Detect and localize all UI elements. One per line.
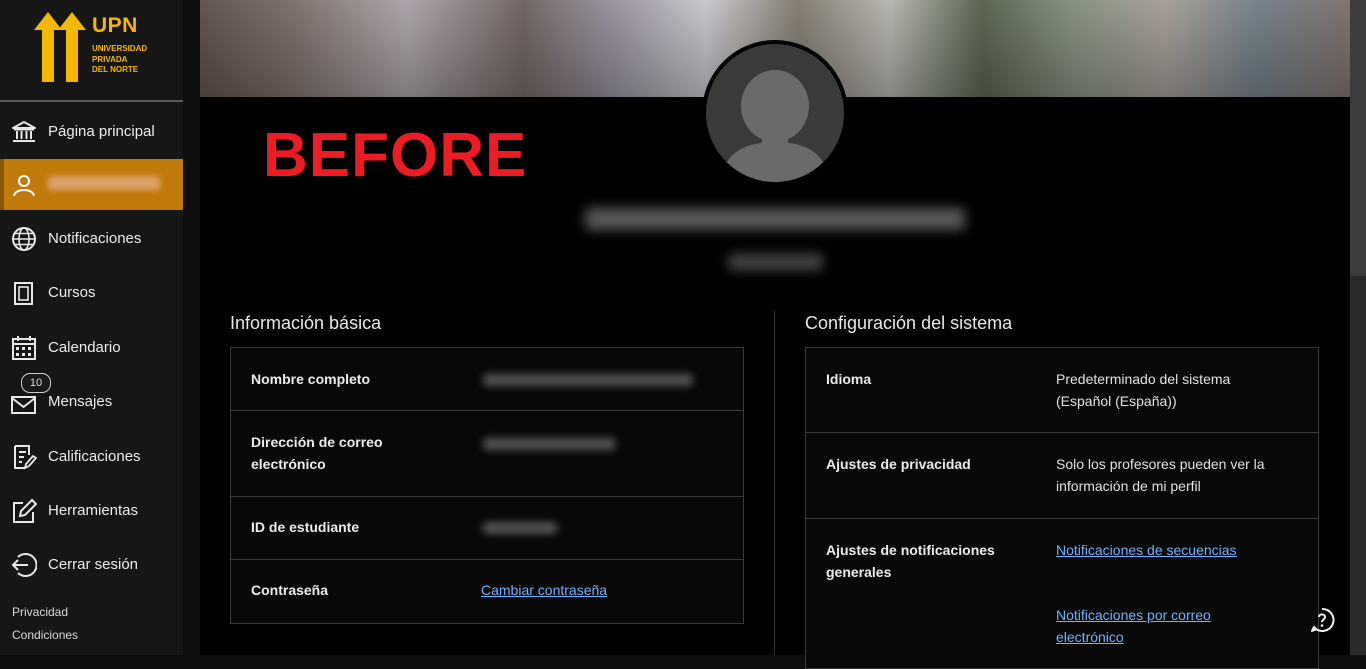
email-notifications-link[interactable]: Notificaciones por correo electrónico: [1056, 604, 1241, 648]
table-row: ID de estudiante: [231, 497, 743, 560]
institution-icon: [12, 121, 36, 142]
scrollbar[interactable]: [1350, 0, 1366, 655]
sidebar-item-label: Cursos: [48, 283, 96, 301]
table-row: Nombre completo: [231, 348, 743, 411]
courses-icon: [14, 282, 33, 305]
sidebar-item-label: Mensajes: [48, 392, 113, 410]
sidebar-item-tools[interactable]: Herramientas: [0, 485, 183, 535]
basic-info-title: Información básica: [230, 313, 382, 333]
full-name-label: Nombre completo: [251, 371, 371, 387]
privacy-settings-label: Ajustes de privacidad: [826, 456, 971, 472]
privacy-settings-value[interactable]: Solo los profesores pueden ver la inform…: [1056, 453, 1271, 497]
grades-icon: [14, 445, 37, 470]
stream-notifications-link[interactable]: Notificaciones de secuencias: [1056, 539, 1237, 561]
before-overlay-label: BEFORE: [263, 121, 528, 190]
student-id-value-blurred: [483, 522, 557, 534]
email-value-blurred: [483, 438, 615, 450]
sidebar-item-courses[interactable]: Cursos: [0, 267, 183, 317]
profile-name-blurred: [48, 176, 160, 190]
profile-main: BEFORE Información básica Configuración …: [200, 0, 1350, 669]
avatar[interactable]: [702, 40, 848, 186]
change-password-link[interactable]: Cambiar contraseña: [481, 579, 607, 601]
notification-settings-label: Ajustes de notificaciones generales: [826, 542, 995, 580]
table-row: Idioma Predeterminado del sistema (Españ…: [806, 348, 1318, 433]
upn-logo[interactable]: UPN UNIVERSIDAD PRIVADA DEL NORTE: [0, 0, 183, 102]
default-avatar-icon: [720, 70, 830, 182]
section-divider: [774, 311, 775, 655]
messages-count-badge: 10: [21, 373, 51, 393]
sidebar-item-label: Cerrar sesión: [48, 555, 139, 573]
language-value[interactable]: Predeterminado del sistema (Español (Esp…: [1056, 368, 1261, 412]
logout-icon: [11, 553, 37, 577]
privacy-link[interactable]: Privacidad: [12, 605, 68, 619]
password-label: Contraseña: [251, 582, 329, 598]
language-label: Idioma: [826, 371, 872, 387]
scrollbar-thumb[interactable]: [1350, 0, 1366, 276]
sidebar-item-label: Calificaciones: [48, 447, 141, 465]
sidebar-item-grades[interactable]: Calificaciones: [0, 431, 183, 481]
upn-arrows-icon: [34, 12, 86, 82]
sidebar-item-logout[interactable]: Cerrar sesión: [0, 539, 183, 589]
sidebar-item-notifications[interactable]: Notificaciones: [0, 213, 183, 263]
table-row: Contraseña Cambiar contraseña: [231, 560, 743, 622]
calendar-icon: [12, 336, 36, 360]
sidebar-item-label: Página principal: [48, 122, 155, 140]
system-config-title: Configuración del sistema: [805, 313, 1013, 333]
logo-subtitle: UNIVERSIDAD PRIVADA DEL NORTE: [92, 44, 148, 74]
sidebar-item-label: Notificaciones: [48, 229, 142, 247]
globe-icon: [12, 227, 36, 251]
sidebar-item-home[interactable]: Página principal: [0, 106, 183, 156]
user-id-blurred: [728, 254, 823, 270]
sidebar-item-profile[interactable]: [0, 159, 183, 210]
logo-brand: UPN: [92, 14, 138, 37]
sidebar: UPN UNIVERSIDAD PRIVADA DEL NORTE Página…: [0, 0, 183, 655]
email-label: Dirección de correo electrónico: [251, 434, 383, 472]
full-name-value-blurred: [483, 374, 693, 386]
sidebar-item-label: Calendario: [48, 338, 121, 356]
terms-link[interactable]: Condiciones: [12, 628, 78, 642]
system-config-table: Idioma Predeterminado del sistema (Españ…: [805, 347, 1319, 669]
help-icon[interactable]: [1309, 607, 1335, 633]
table-row: Dirección de correo electrónico: [231, 411, 743, 497]
tools-icon: [13, 498, 37, 523]
student-id-label: ID de estudiante: [251, 519, 360, 535]
user-name-blurred: [585, 208, 965, 230]
sidebar-item-label: Herramientas: [48, 501, 139, 519]
sidebar-item-messages[interactable]: 10 Mensajes: [0, 373, 183, 426]
user-icon: [13, 175, 35, 197]
basic-info-table: Nombre completo Dirección de correo elec…: [230, 347, 744, 624]
table-row: Ajustes de privacidad Solo los profesore…: [806, 433, 1318, 519]
sidebar-item-calendar[interactable]: Calendario: [0, 322, 183, 372]
table-row: Ajustes de notificaciones generales Noti…: [806, 519, 1318, 667]
